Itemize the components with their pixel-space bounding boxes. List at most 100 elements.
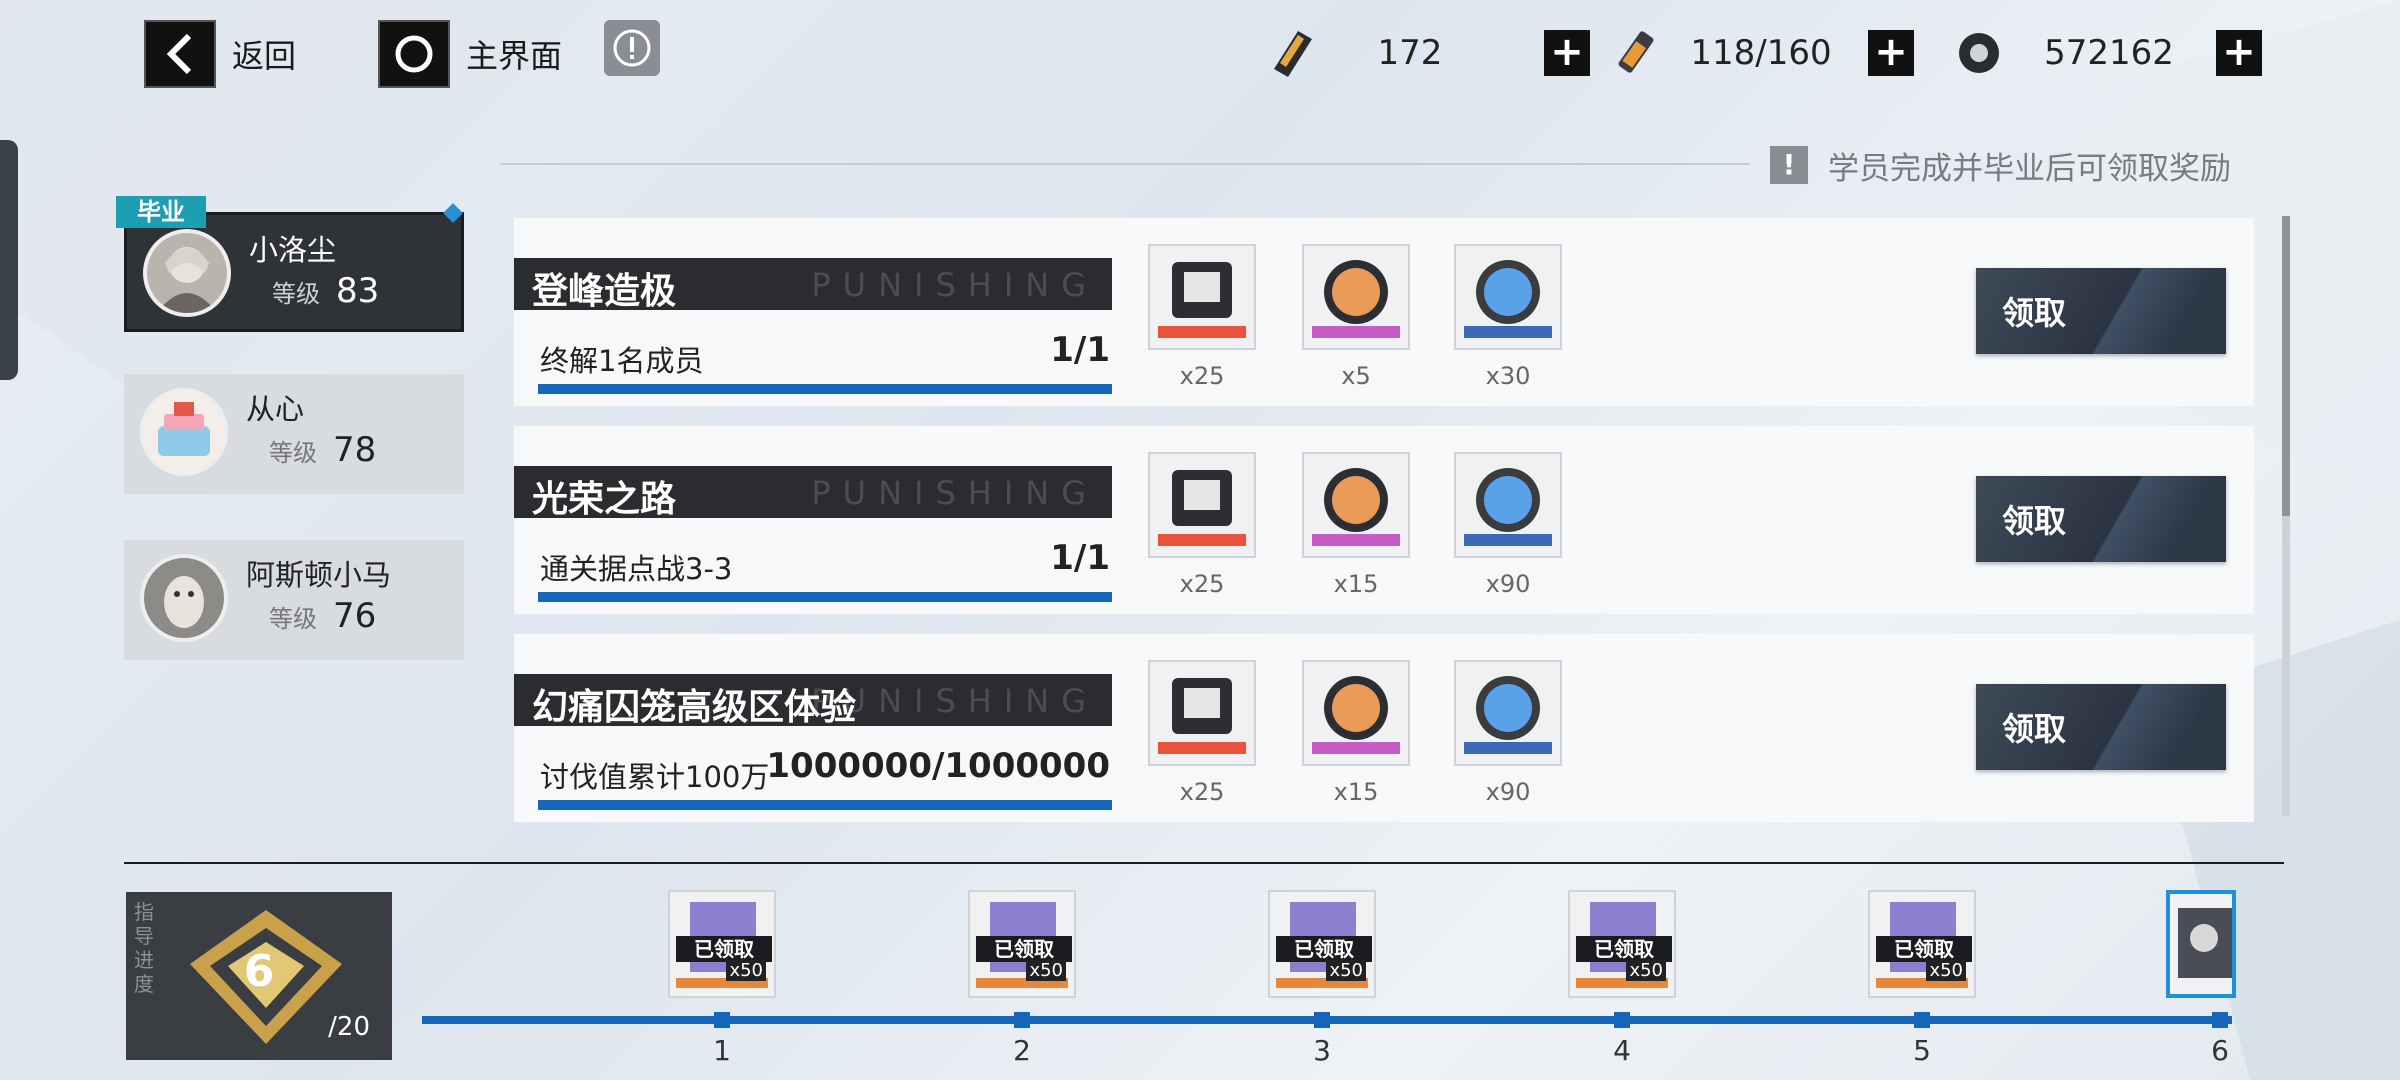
claim-label: 领取 bbox=[2002, 502, 2067, 540]
milestone-number: 5 bbox=[1913, 1034, 1931, 1067]
scrollbar-thumb[interactable] bbox=[2282, 216, 2290, 516]
notice-text: 学员完成并毕业后可领取奖励 bbox=[1828, 150, 2231, 187]
milestone-qty: x50 bbox=[1326, 960, 1366, 981]
ticket-icon bbox=[1274, 31, 1312, 77]
reward-orange-coin-item[interactable] bbox=[1302, 452, 1410, 558]
reward-qty: x25 bbox=[1179, 778, 1225, 806]
home-button[interactable]: 主界面 bbox=[378, 20, 562, 88]
task-title-bar: PUNISHING 登峰造极 bbox=[514, 258, 1112, 312]
milestone-number: 1 bbox=[713, 1034, 731, 1067]
task-card-1: PUNISHING 登峰造极 终解1名成员 1/1 x25 x5 x30 领取 bbox=[514, 218, 2254, 406]
student-level: 等级 78 bbox=[269, 430, 376, 470]
claim-label: 领取 bbox=[2002, 294, 2067, 332]
task-title: 幻痛囚笼高级区体验 bbox=[532, 687, 857, 728]
task-progress-bar bbox=[538, 592, 1112, 602]
milestone-reward-1[interactable]: 已领取 x50 bbox=[668, 890, 776, 998]
milestone-qty: x50 bbox=[1626, 960, 1666, 981]
student-level: 等级 83 bbox=[272, 271, 379, 311]
reward-qty: x90 bbox=[1485, 570, 1531, 598]
task-title-bar: PUNISHING 幻痛囚笼高级区体验 bbox=[514, 674, 1112, 728]
milestone-qty: x50 bbox=[1926, 960, 1966, 981]
reward-chip-item[interactable] bbox=[1148, 660, 1256, 766]
reward-qty: x5 bbox=[1341, 362, 1371, 390]
milestone-reward-4[interactable]: 已领取 x50 bbox=[1568, 890, 1676, 998]
claim-label: 领取 bbox=[2002, 710, 2067, 748]
battery-icon bbox=[1618, 31, 1654, 73]
claimed-tag: 已领取 bbox=[1876, 936, 1972, 962]
task-description: 通关据点战3-3 bbox=[540, 552, 733, 586]
student-item-3[interactable]: 阿斯顿小马 等级 76 bbox=[124, 540, 464, 660]
student-name: 阿斯顿小马 bbox=[246, 558, 392, 592]
milestone-number: 4 bbox=[1613, 1034, 1631, 1067]
milestone-number: 3 bbox=[1313, 1034, 1331, 1067]
task-card-3: PUNISHING 幻痛囚笼高级区体验 讨伐值累计100万 1000000/10… bbox=[514, 634, 2254, 822]
task-card-2: PUNISHING 光荣之路 通关据点战3-3 1/1 x25 x15 x90 … bbox=[514, 426, 2254, 614]
reward-qty: x15 bbox=[1333, 570, 1379, 598]
task-title: 登峰造极 bbox=[532, 271, 677, 312]
claimed-tag: 已领取 bbox=[676, 936, 772, 962]
level-label: 等级 bbox=[272, 280, 320, 308]
milestone-qty: x50 bbox=[726, 960, 766, 981]
milestone-number: 2 bbox=[1013, 1034, 1031, 1067]
reward-blue-coin-item[interactable] bbox=[1454, 660, 1562, 766]
resource-ticket: 172 + bbox=[1264, 22, 1590, 84]
back-button[interactable]: 返回 bbox=[144, 20, 296, 88]
claimed-tag: 已领取 bbox=[1576, 936, 1672, 962]
claim-button[interactable]: 领取 bbox=[1976, 476, 2226, 562]
claim-button[interactable]: 领取 bbox=[1976, 268, 2226, 354]
reward-orange-coin-item[interactable] bbox=[1302, 660, 1410, 766]
add-stamina-button[interactable]: + bbox=[1868, 30, 1914, 76]
milestone-node bbox=[1314, 1012, 1330, 1028]
level-value: 76 bbox=[333, 596, 377, 636]
reward-blue-coin-item[interactable] bbox=[1454, 244, 1562, 350]
graduated-badge: 毕业 bbox=[116, 196, 206, 228]
info-button[interactable] bbox=[604, 20, 660, 76]
milestone-node bbox=[1014, 1012, 1030, 1028]
coin-count: 572162 bbox=[2044, 33, 2174, 73]
student-name: 小洛尘 bbox=[249, 233, 337, 267]
add-coin-button[interactable]: + bbox=[2216, 30, 2262, 76]
reward-chip-item[interactable] bbox=[1148, 452, 1256, 558]
student-item-2[interactable]: 从心 等级 78 bbox=[124, 374, 464, 494]
milestone-reward-2[interactable]: 已领取 x50 bbox=[968, 890, 1076, 998]
level-value: 83 bbox=[336, 271, 380, 311]
warning-icon: ! bbox=[1770, 146, 1808, 184]
milestone-node bbox=[2212, 1012, 2228, 1028]
milestone-node bbox=[1914, 1012, 1930, 1028]
reward-qty: x25 bbox=[1179, 362, 1225, 390]
task-title: 光荣之路 bbox=[532, 479, 677, 520]
reward-qty: x30 bbox=[1485, 362, 1531, 390]
add-ticket-button[interactable]: + bbox=[1544, 30, 1590, 76]
ticket-count: 172 bbox=[1377, 33, 1443, 73]
milestone-number: 6 bbox=[2211, 1034, 2229, 1067]
resource-coin: 572162 + bbox=[1954, 22, 2262, 84]
reward-qty: x15 bbox=[1333, 778, 1379, 806]
claim-button[interactable]: 领取 bbox=[1976, 684, 2226, 770]
reward-qty: x90 bbox=[1485, 778, 1531, 806]
resource-stamina: 118/160 + bbox=[1610, 22, 1914, 84]
reward-blue-coin-item[interactable] bbox=[1454, 452, 1562, 558]
exclamation-icon bbox=[613, 29, 651, 67]
task-title-bar: PUNISHING 光荣之路 bbox=[514, 466, 1112, 520]
milestone-reward-5[interactable]: 已领取 x50 bbox=[1868, 890, 1976, 998]
claimed-tag: 已领取 bbox=[1276, 936, 1372, 962]
section-divider bbox=[124, 862, 2284, 864]
milestone-reward-3[interactable]: 已领取 x50 bbox=[1268, 890, 1376, 998]
divider bbox=[500, 163, 1750, 165]
claimed-tag: 已领取 bbox=[976, 936, 1072, 962]
milestone-reward-6[interactable] bbox=[2166, 890, 2236, 998]
level-label: 等级 bbox=[269, 605, 317, 633]
home-label: 主界面 bbox=[466, 37, 563, 75]
student-name: 从心 bbox=[246, 392, 305, 426]
milestone-node bbox=[714, 1012, 730, 1028]
guide-progress-panel: 指导进度 6 /20 bbox=[126, 892, 392, 1060]
task-progress-bar bbox=[538, 800, 1112, 810]
home-circle-icon bbox=[378, 20, 450, 88]
level-value: 78 bbox=[333, 430, 377, 470]
reward-qty: x25 bbox=[1179, 570, 1225, 598]
student-item-1[interactable]: 小洛尘 等级 83 bbox=[124, 212, 464, 332]
reward-chip-item[interactable] bbox=[1148, 244, 1256, 350]
side-drawer-tab[interactable] bbox=[0, 140, 18, 380]
guide-current: 6 bbox=[243, 946, 275, 997]
reward-orange-coin-item[interactable] bbox=[1302, 244, 1410, 350]
